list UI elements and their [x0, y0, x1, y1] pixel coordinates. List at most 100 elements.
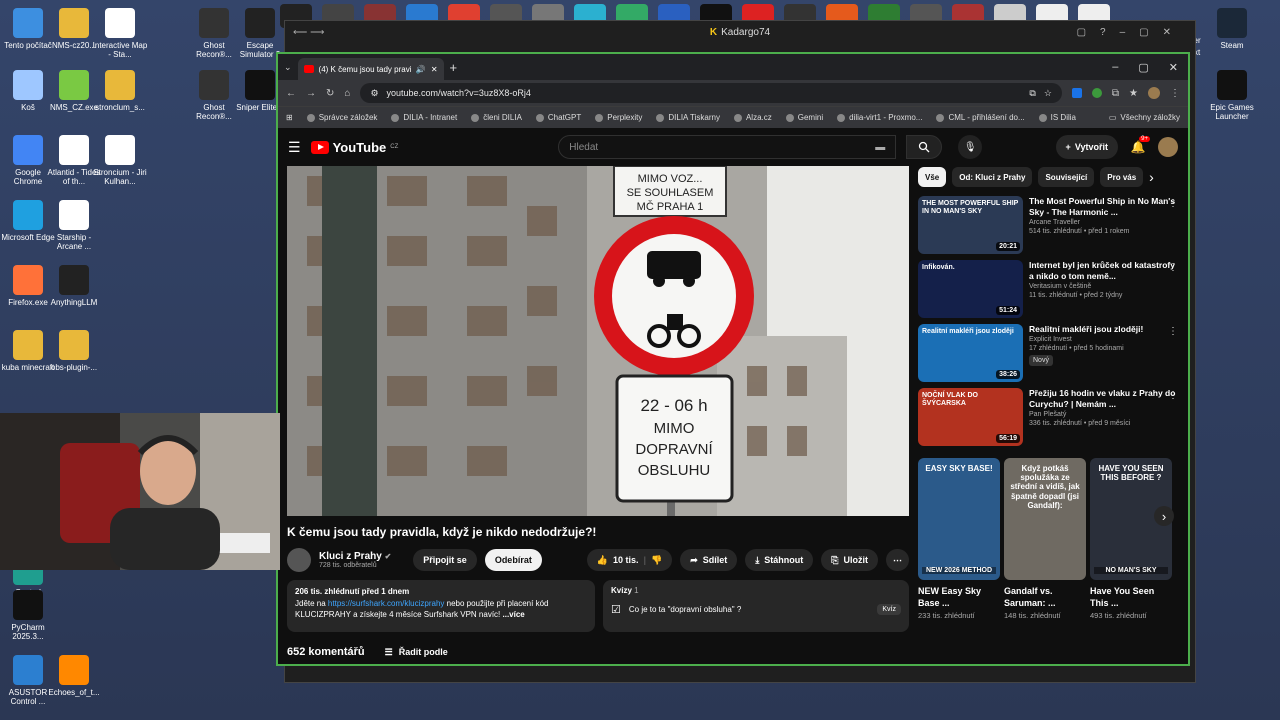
desktop-icon[interactable]: Interactive Map - Sta... [92, 8, 148, 59]
forward-icon[interactable]: → [306, 88, 316, 99]
bookmark-item[interactable]: DILIA Tiskarny [656, 113, 720, 122]
all-bookmarks-button[interactable]: ▭ Všechny záložky [1109, 113, 1180, 122]
channel-name[interactable]: Veritasium v češtině [1029, 282, 1180, 291]
channel-name[interactable]: Pan Plešatý [1029, 410, 1180, 419]
channel-name[interactable]: Kluci z Prahy [319, 551, 382, 562]
sort-comments-button[interactable]: ☰ Řadit podle [385, 647, 448, 658]
create-button[interactable]: + Vytvořit [1055, 135, 1118, 159]
tab-list-chevron-icon[interactable]: ⌄ [284, 62, 292, 73]
video-thumbnail[interactable]: THE MOST POWERFUL SHIP IN NO MAN'S SKY 20… [918, 196, 1023, 254]
bookmark-item[interactable]: Alza.cz [733, 113, 772, 122]
apps-grid-icon[interactable]: ⊞ [286, 113, 293, 122]
close-icon[interactable]: ✕ [1169, 61, 1178, 74]
menu-kebab-icon[interactable]: ⋮ [1170, 88, 1180, 99]
like-button[interactable]: 👍 10 tis. | 👎 [586, 549, 673, 571]
short-title[interactable]: Gandalf vs. Saruman: ... [1004, 586, 1086, 609]
hamburger-menu-icon[interactable]: ☰ [288, 139, 301, 156]
back-arrow-icon[interactable]: ⟵ ⟶ [293, 27, 324, 38]
profile-avatar[interactable] [1148, 87, 1160, 99]
short-item[interactable]: Když potkáš spolužáka ze střední a vidíš… [1004, 458, 1086, 620]
more-actions-button[interactable]: ⋯ [886, 549, 909, 571]
window-controls[interactable]: ▢?–▢✕ [1077, 27, 1185, 38]
new-tab-icon[interactable]: + [450, 60, 458, 75]
bookmark-item[interactable]: Gemini [785, 113, 823, 122]
video-title[interactable]: Realitní makléři jsou zloději! [1029, 324, 1180, 335]
desktop-icon[interactable]: AnythingLLM [46, 265, 102, 307]
desktop-icon[interactable]: Steam [1204, 8, 1260, 50]
description-box[interactable]: 206 tis. zhlédnutí před 1 dnem Jděte na … [287, 580, 595, 632]
download-button[interactable]: ⤓ Stáhnout [745, 549, 814, 571]
filter-chip[interactable]: Od: Kluci z Prahy [952, 167, 1033, 187]
chevron-right-icon[interactable]: › [1149, 169, 1154, 185]
video-thumbnail[interactable]: Infikován. 51:24 [918, 260, 1023, 318]
tab-close-icon[interactable]: ✕ [431, 65, 438, 74]
desktop-icon[interactable]: Echoes_of_t... [46, 655, 102, 697]
desktop-icon[interactable]: Stroncium - Jiri Kulhan... [92, 135, 148, 186]
reload-icon[interactable]: ↻ [326, 88, 334, 99]
youtube-logo[interactable]: YouTube CZ [310, 140, 398, 155]
browser-tab-active[interactable]: (4) K čemu jsou tady pravidl 🔊 ✕ [297, 58, 444, 80]
bookmark-item[interactable]: DILIA - Intranet [391, 113, 457, 122]
filter-chip[interactable]: Související [1038, 167, 1095, 187]
search-input[interactable]: Hledat ▬ [558, 135, 897, 159]
maximize-icon[interactable]: ▢ [1138, 61, 1148, 74]
extension-icon[interactable] [1091, 88, 1102, 98]
bookmark-item[interactable]: Správce záložek [306, 113, 377, 122]
bookmark-item[interactable]: Perplexity [595, 113, 642, 122]
save-button[interactable]: ⎘ Uložit [821, 549, 878, 571]
shorts-next-button[interactable]: › [1154, 506, 1174, 526]
video-thumbnail[interactable]: NOČNÍ VLAK DO ŠVÝCARSKA 56:19 [918, 388, 1023, 446]
audio-icon[interactable]: 🔊 [416, 65, 426, 74]
video-title[interactable]: Přežiju 16 hodin ve vlaku z Prahy do Cur… [1029, 388, 1180, 410]
extension-icon[interactable] [1071, 88, 1082, 98]
video-title[interactable]: Internet byl jen krůček od katastrofy a … [1029, 260, 1180, 282]
quiz-card[interactable]: Kvízy 1 ☑ Co je to ta "dopravní obsluha"… [603, 580, 909, 632]
share-button[interactable]: ➦ Sdílet [680, 549, 738, 571]
short-item[interactable]: EASY SKY BASE! NEW 2026 METHOD NEW Easy Sk… [918, 458, 1000, 620]
back-icon[interactable]: ← [286, 88, 296, 99]
channel-name[interactable]: Arcane Traveller [1029, 218, 1180, 227]
voice-search-button[interactable]: 🎙 [958, 135, 983, 159]
filter-chip[interactable]: Pro vás [1100, 167, 1144, 187]
video-player[interactable]: MIMO VOZ... SE SOUHLASEM MČ PRAHA 1 22 -… [287, 166, 909, 516]
video-thumbnail[interactable]: Realitní makléři jsou zloději 38:26 [918, 324, 1023, 382]
desktop-icon[interactable]: Epic Games Launcher [1204, 70, 1260, 121]
bookmark-item[interactable]: CML - přihlášení do... [936, 113, 1025, 122]
show-more-link[interactable]: ...více [503, 610, 525, 619]
install-icon[interactable]: ⧉ [1029, 88, 1035, 99]
filter-chip[interactable]: Vše [918, 167, 947, 187]
video-title[interactable]: The Most Powerful Ship in No Man's Sky -… [1029, 196, 1180, 218]
bookmark-item[interactable]: ChatGPT [535, 113, 581, 122]
short-title[interactable]: NEW Easy Sky Base ... [918, 586, 1000, 609]
short-thumbnail[interactable]: Když potkáš spolužáka ze střední a vidíš… [1004, 458, 1086, 580]
subscribe-button[interactable]: Odebírat [484, 549, 542, 571]
bookmark-item[interactable]: členi DILIA [471, 113, 522, 122]
star-icon[interactable]: ☆ [1044, 88, 1052, 99]
address-bar[interactable]: ⚙ youtube.com/watch?v=3uz8X8-oRj4 ⧉ ☆ [360, 83, 1062, 103]
desktop-icon[interactable]: obs-plugin-... [46, 330, 102, 372]
sponsor-link[interactable]: https://surfshark.com/klucizprahy [328, 599, 444, 608]
channel-avatar[interactable] [287, 548, 311, 572]
desktop-icon[interactable]: stronclum_s... [92, 70, 148, 112]
join-button[interactable]: Připojit se [413, 549, 477, 571]
short-title[interactable]: Have You Seen This ... [1090, 586, 1172, 609]
notifications-button[interactable]: 🔔 9+ [1128, 136, 1150, 154]
extensions-puzzle-icon[interactable]: ⧉ [1112, 88, 1119, 99]
recommendation-item[interactable]: THE MOST POWERFUL SHIP IN NO MAN'S SKY 20… [918, 196, 1180, 256]
more-options-icon[interactable]: ⋮ [1168, 390, 1178, 401]
short-item[interactable]: HAVE YOU SEEN THIS BEFORE ? NO MAN'S SKY H… [1090, 458, 1172, 620]
search-button[interactable] [906, 135, 943, 159]
bookmark-item[interactable]: IS Dilia [1038, 113, 1076, 122]
minimize-icon[interactable]: – [1112, 61, 1118, 74]
keyboard-icon[interactable]: ▬ [875, 142, 885, 153]
recommendation-item[interactable]: Infikován. 51:24 Internet byl jen krůček o… [918, 260, 1180, 320]
more-options-icon[interactable]: ⋮ [1168, 262, 1178, 273]
bookmark-manager-icon[interactable]: ★ [1129, 88, 1138, 99]
home-icon[interactable]: ⌂ [344, 88, 350, 99]
more-options-icon[interactable]: ⋮ [1168, 326, 1178, 337]
desktop-icon[interactable]: PyCharm 2025.3... [0, 590, 56, 641]
channel-name[interactable]: Explicit Invest [1029, 335, 1180, 344]
short-thumbnail[interactable]: EASY SKY BASE! NEW 2026 METHOD [918, 458, 1000, 580]
thumbs-down-icon[interactable]: 👎 [651, 555, 662, 566]
more-options-icon[interactable]: ⋮ [1168, 198, 1178, 209]
